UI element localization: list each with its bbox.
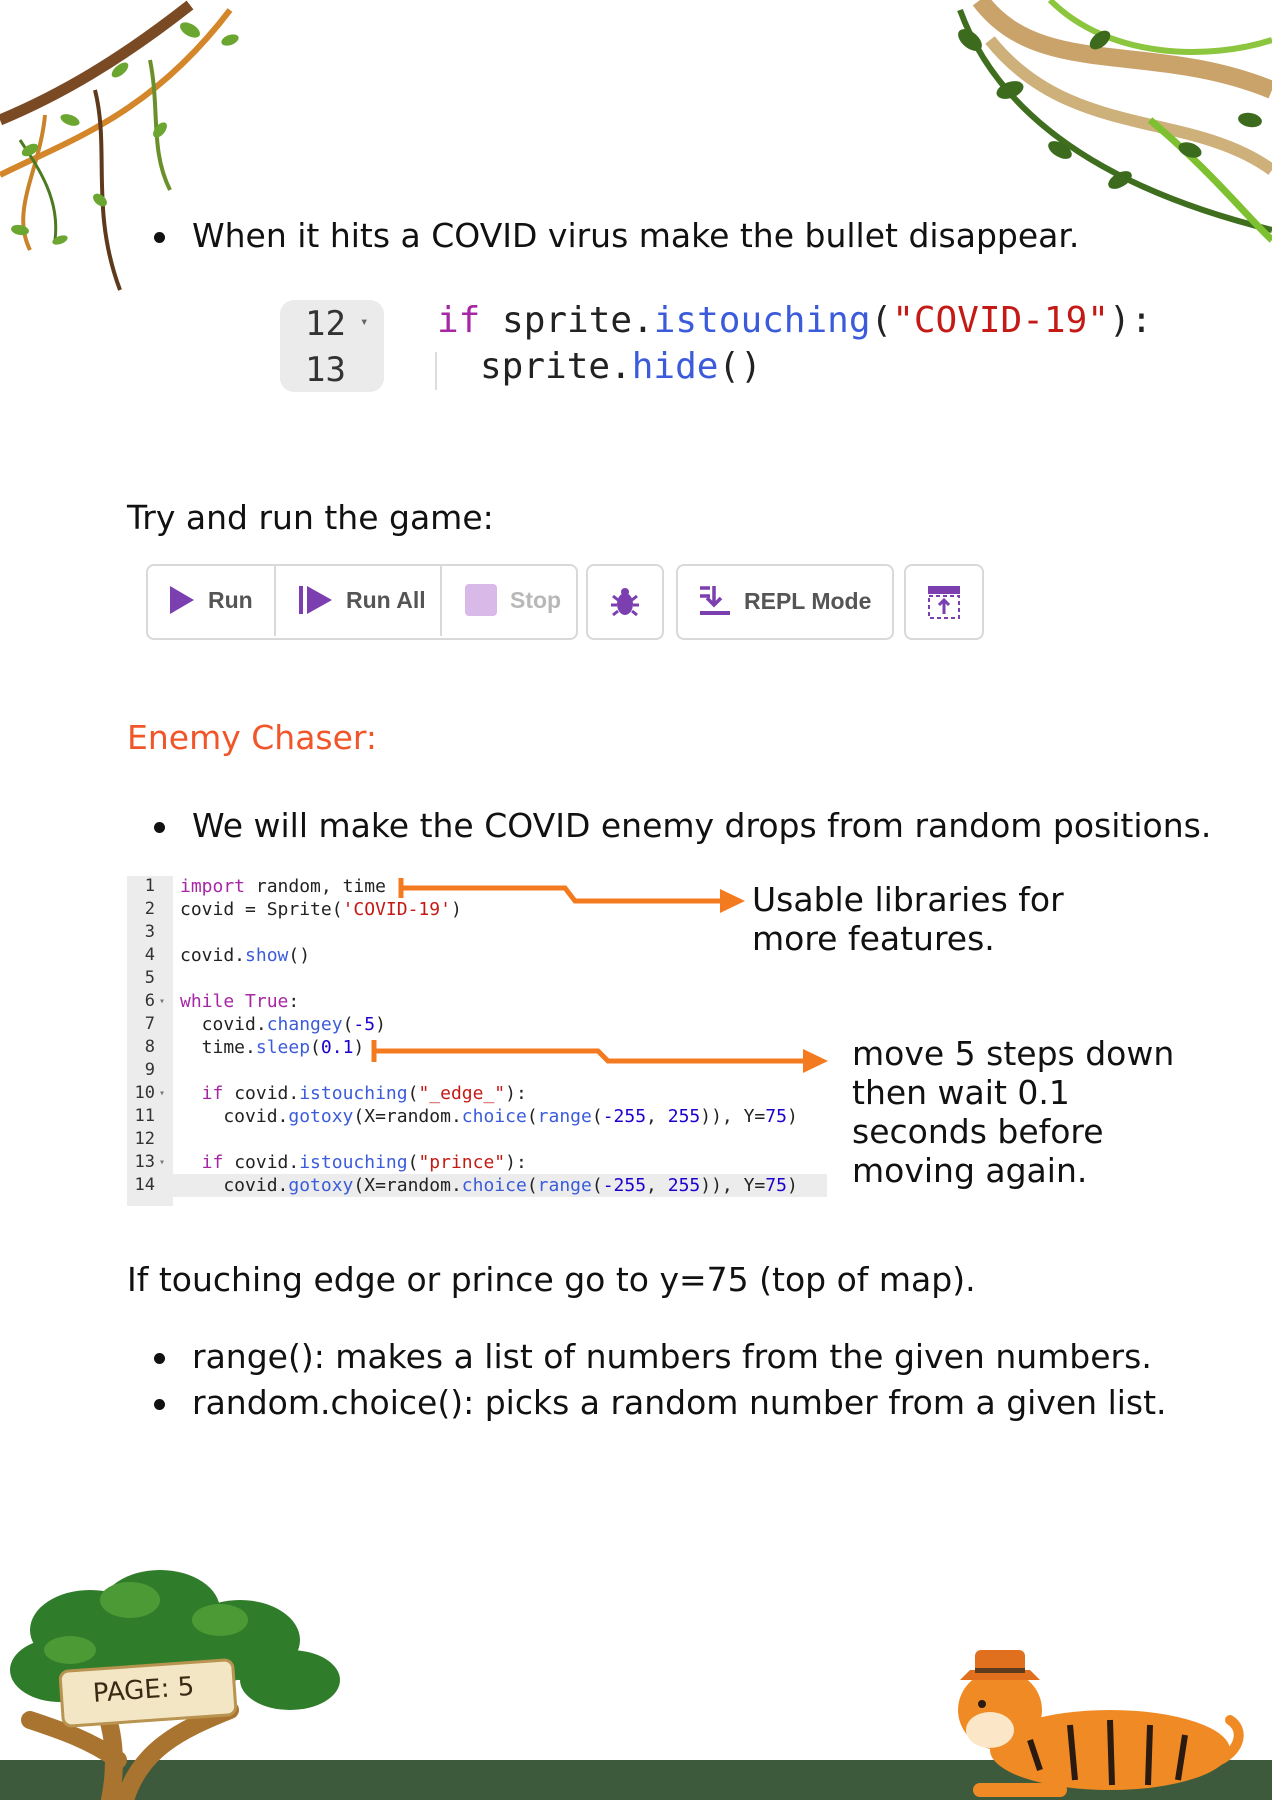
code-line-8: time.sleep(0.1) xyxy=(180,1037,365,1058)
play-icon xyxy=(170,586,194,614)
note-move-steps: move 5 steps down then wait 0.1 seconds … xyxy=(852,1034,1175,1190)
line-number: 13 xyxy=(305,350,346,390)
page-number-scroll: PAGE: 5 xyxy=(58,1657,238,1729)
bullet-text: When it hits a COVID virus make the bull… xyxy=(192,216,1080,255)
bullet-dot xyxy=(154,1399,165,1410)
debug-button[interactable] xyxy=(586,564,664,640)
bullet-enemy-drops: We will make the COVID enemy drops from … xyxy=(154,804,1212,848)
code-line-7: covid.changey(-5) xyxy=(180,1014,386,1035)
code-line-4: covid.show() xyxy=(180,945,311,966)
code-line-1: import random, time xyxy=(180,876,386,897)
code-gutter: 12 ▾ 13 xyxy=(280,300,384,392)
line-number: 8 xyxy=(144,1037,155,1057)
bug-icon xyxy=(611,588,639,617)
repl-icon xyxy=(700,586,730,615)
fold-arrow-icon: ▾ xyxy=(159,996,166,1007)
line-number: 7 xyxy=(144,1014,155,1034)
bullet-dot xyxy=(154,1353,165,1364)
code-line-13: if covid.istouching("prince"): xyxy=(180,1152,527,1173)
code-line-11: covid.gotoxy(X=random.choice(range(-255,… xyxy=(180,1106,798,1127)
line-number: 10 xyxy=(134,1083,155,1103)
line-number: 13 xyxy=(134,1152,155,1172)
repl-mode-button[interactable]: REPL Mode xyxy=(676,564,894,640)
fold-arrow-icon: ▾ xyxy=(159,1088,166,1099)
code-line-14: covid.gotoxy(X=random.choice(range(-255,… xyxy=(180,1175,798,1196)
line-number: 14 xyxy=(134,1175,155,1195)
fold-arrow-icon: ▾ xyxy=(159,1157,166,1168)
stop-icon xyxy=(465,584,497,616)
run-all-icon xyxy=(299,586,332,614)
page-number-label: PAGE: 5 xyxy=(91,1671,196,1709)
line-number: 11 xyxy=(134,1106,155,1126)
bullet-text: range(): makes a list of numbers from th… xyxy=(192,1337,1152,1376)
embed-icon xyxy=(928,586,960,619)
bullet-hide-bullet: When it hits a COVID virus make the bull… xyxy=(154,214,1080,258)
line-number: 2 xyxy=(144,899,155,919)
run-button[interactable]: Run xyxy=(146,564,272,636)
bullet-random-choice: random.choice(): picks a random number f… xyxy=(154,1381,1167,1425)
bullet-text: We will make the COVID enemy drops from … xyxy=(192,806,1212,845)
code-line-13: sprite.hide() xyxy=(480,346,762,387)
share-embed-button[interactable] xyxy=(904,564,984,640)
line-number: 9 xyxy=(144,1060,155,1080)
stop-button[interactable]: Stop xyxy=(442,564,574,636)
line-number: 5 xyxy=(144,968,155,988)
fold-arrow-icon: ▾ xyxy=(360,314,369,330)
line-number: 12 xyxy=(134,1129,155,1149)
arrow-libraries xyxy=(398,878,745,913)
line-number: 3 xyxy=(144,922,155,942)
section-heading-enemy-chaser: Enemy Chaser: xyxy=(127,718,378,757)
note-usable-libraries: Usable libraries for more features. xyxy=(752,880,1064,958)
line-number: 1 xyxy=(144,876,155,896)
run-all-button[interactable]: Run All xyxy=(276,564,438,636)
line-number: 4 xyxy=(144,945,155,965)
bullet-range: range(): makes a list of numbers from th… xyxy=(154,1335,1152,1379)
bullet-dot xyxy=(154,822,165,833)
line-number: 6 xyxy=(144,991,155,1011)
arrow-move-steps xyxy=(371,1040,828,1073)
code-line-6: while True: xyxy=(180,991,300,1012)
code-snippet-collision: 12 ▾ 13 if sprite.istouching("COVID-19")… xyxy=(280,300,1160,392)
line-number: 12 xyxy=(305,304,346,344)
try-run-text: Try and run the game: xyxy=(127,498,494,537)
tiger-explorer-illustration xyxy=(958,1650,1244,1797)
indent-guide xyxy=(435,352,437,390)
bullet-text: random.choice(): picks a random number f… xyxy=(192,1383,1167,1422)
code-line-12: if sprite.istouching("COVID-19"): xyxy=(437,300,1153,341)
code-line-10: if covid.istouching("_edge_"): xyxy=(180,1083,527,1104)
edge-explanation-text: If touching edge or prince go to y=75 (t… xyxy=(127,1260,976,1299)
bullet-dot xyxy=(154,232,165,243)
